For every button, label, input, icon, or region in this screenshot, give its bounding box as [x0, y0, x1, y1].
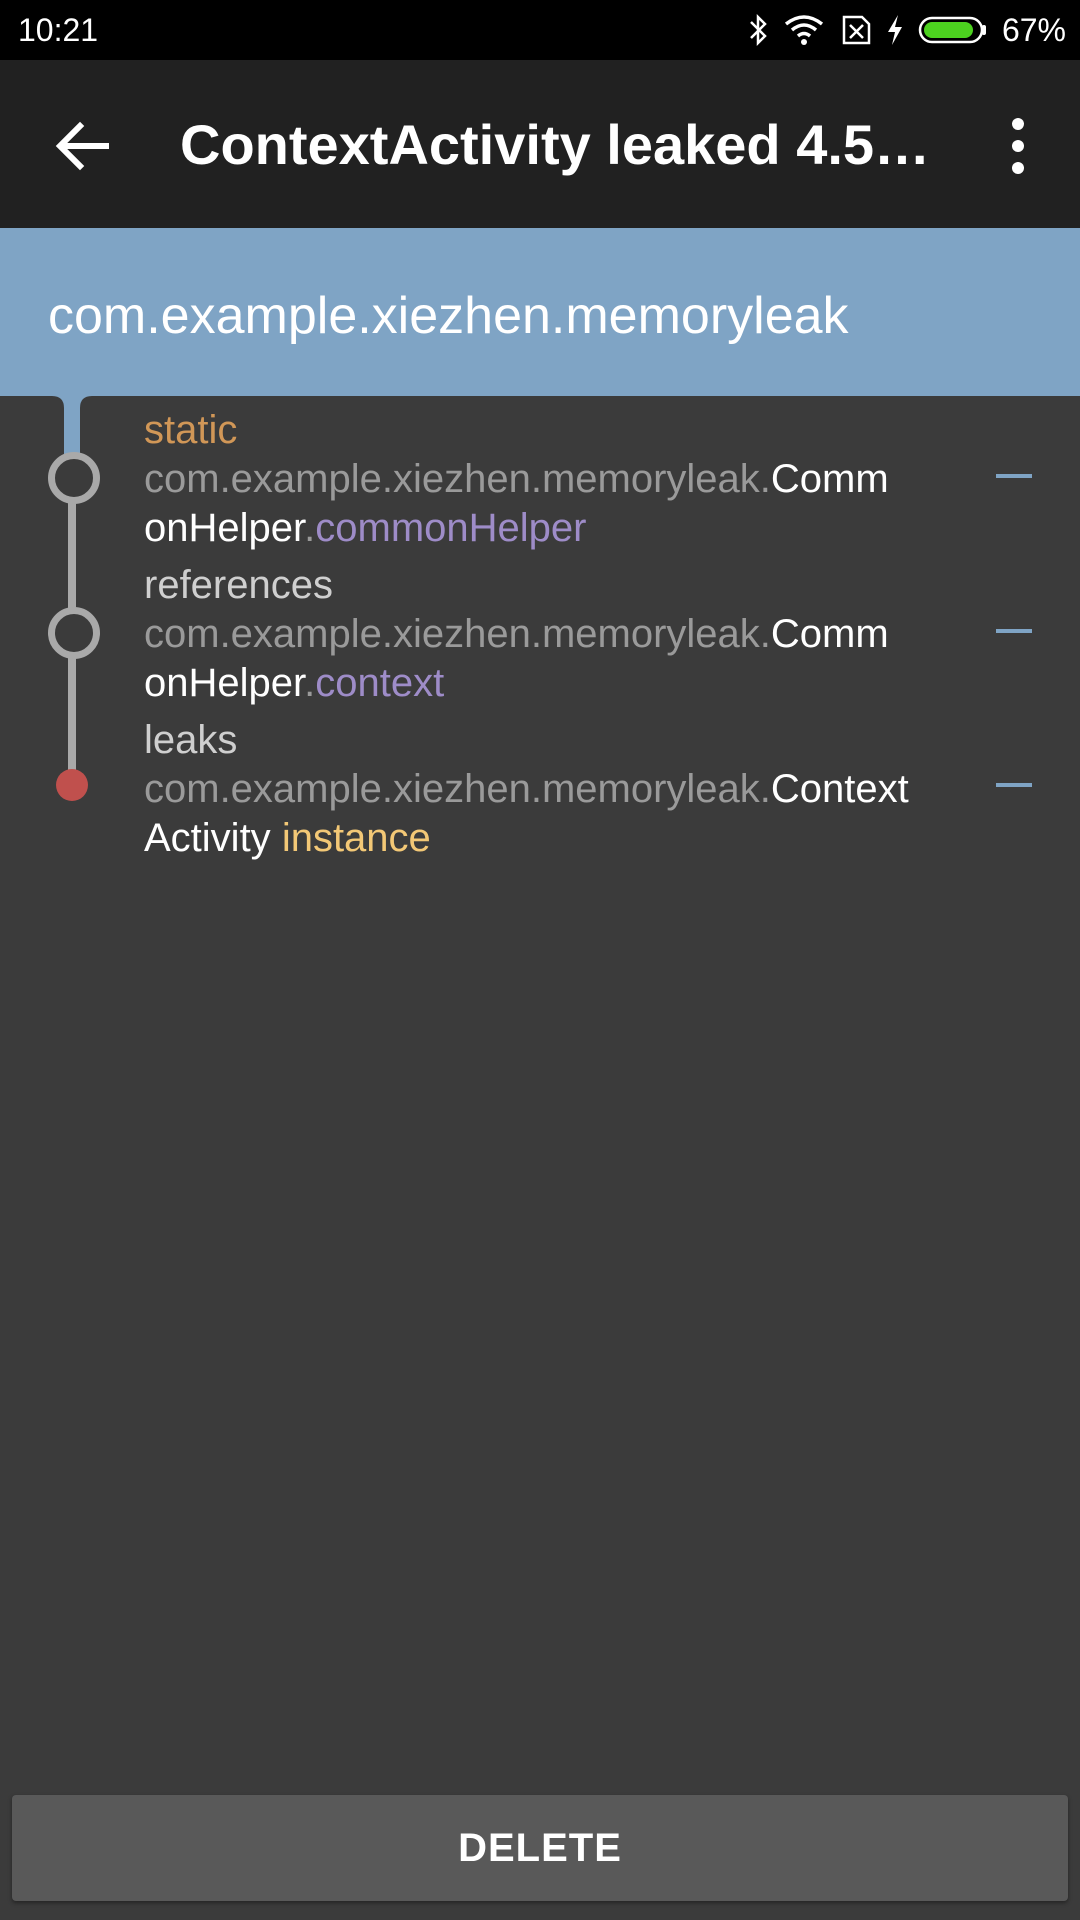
more-options-button[interactable]	[986, 114, 1050, 178]
separator: .	[304, 506, 316, 550]
class-name-part: Activity	[144, 816, 271, 860]
delete-button[interactable]: DELETE	[12, 1795, 1068, 1901]
class-name-part: Comm	[770, 457, 889, 501]
leak-dot	[56, 769, 88, 801]
field-name: context	[315, 661, 445, 705]
trace-label: leaks	[144, 718, 238, 762]
status-bar: 10:21 67%	[0, 0, 1080, 60]
app-bar: ContextActivity leaked 4.5…	[0, 60, 1080, 228]
field-name: commonHelper	[315, 506, 587, 550]
wifi-icon	[784, 14, 824, 46]
status-icons: 67%	[748, 10, 1066, 50]
back-button[interactable]	[50, 114, 114, 178]
arrow-back-icon	[55, 121, 109, 171]
instance-label: instance	[281, 816, 431, 860]
status-time: 10:21	[18, 12, 99, 48]
package-prefix: com.example.xiezhen.memoryleak.	[144, 612, 771, 656]
class-name-part: onHelper	[144, 506, 305, 550]
more-vert-icon	[1012, 118, 1024, 174]
class-name-part: Context	[770, 767, 909, 811]
package-prefix: com.example.xiezhen.memoryleak.	[144, 767, 771, 811]
separator: .	[304, 661, 316, 705]
battery-icon	[918, 15, 988, 45]
class-name-part: Comm	[770, 612, 889, 656]
collapse-button[interactable]	[996, 629, 1032, 633]
class-name-part: onHelper	[144, 661, 305, 705]
trace-entry[interactable]: leaks com.example.xiezhen.memoryleak.Con…	[144, 716, 964, 863]
collapse-button[interactable]	[996, 783, 1032, 787]
battery-percent: 67%	[1001, 11, 1066, 48]
trace-label: references	[144, 563, 333, 607]
no-sim-icon	[838, 14, 872, 46]
trace-entry[interactable]: references com.example.xiezhen.memorylea…	[144, 561, 964, 708]
page-title: ContextActivity leaked 4.5…	[180, 113, 930, 176]
separator	[271, 816, 282, 860]
leak-trace: static com.example.xiezhen.memoryleak.Co…	[0, 396, 1080, 896]
trace-node	[48, 452, 100, 504]
package-name: com.example.xiezhen.memoryleak	[48, 287, 849, 345]
package-prefix: com.example.xiezhen.memoryleak.	[144, 457, 771, 501]
trace-entry[interactable]: static com.example.xiezhen.memoryleak.Co…	[144, 406, 964, 553]
package-header: com.example.xiezhen.memoryleak	[0, 228, 1080, 396]
trace-node	[48, 607, 100, 659]
collapse-button[interactable]	[996, 474, 1032, 478]
charging-icon	[886, 14, 904, 46]
bluetooth-icon	[748, 13, 770, 47]
trace-label: static	[144, 408, 238, 452]
